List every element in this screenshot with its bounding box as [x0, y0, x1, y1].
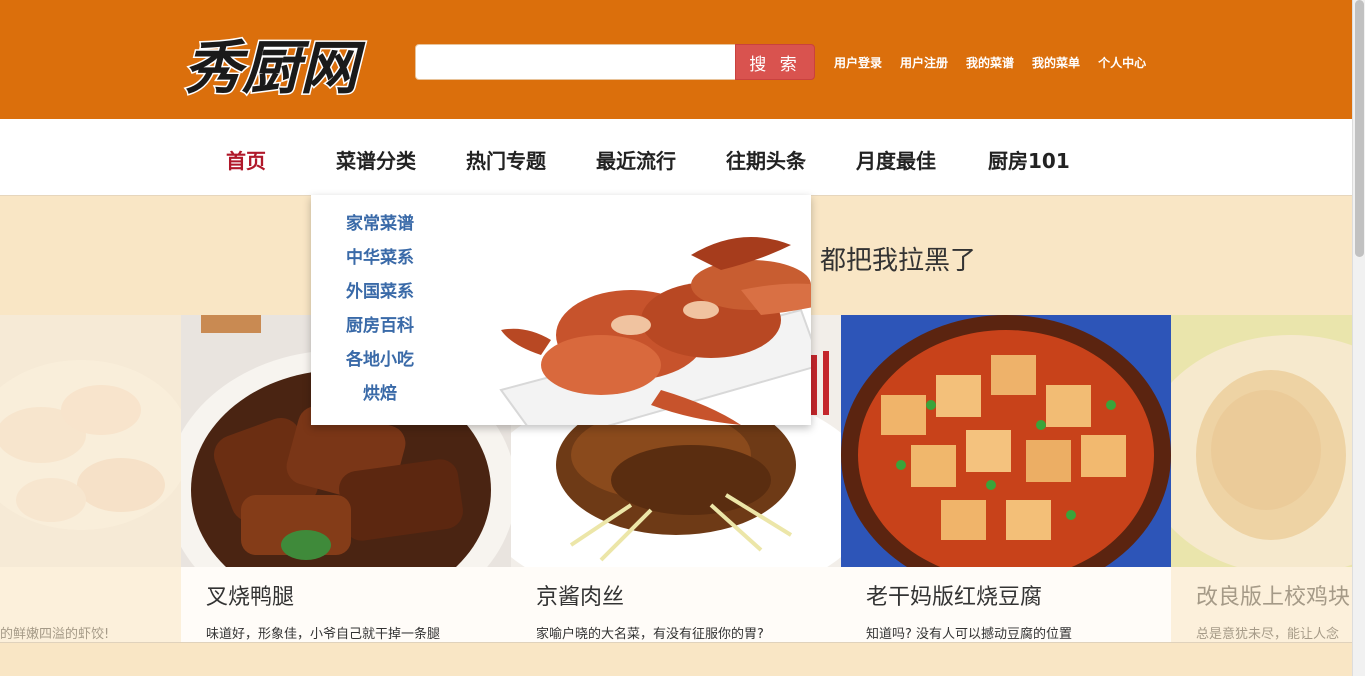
page-scrollbar[interactable]	[1352, 0, 1365, 676]
nav-home[interactable]: 首页	[226, 145, 266, 174]
scrollbar-thumb[interactable]	[1355, 0, 1364, 257]
recipe-card[interactable]: 的鲜嫩四溢的虾饺!	[0, 315, 181, 642]
my-menus-link[interactable]: 我的菜单	[1032, 54, 1080, 71]
user-links: 用户登录 用户注册 我的菜谱 我的菜单 个人中心	[834, 54, 1146, 71]
my-recipes-link[interactable]: 我的菜谱	[966, 54, 1014, 71]
logo-graphic: 秀厨网	[183, 33, 368, 104]
tofu-image	[841, 315, 1171, 567]
recipe-card[interactable]: 改良版上校鸡块 总是意犹未尽，能让人念	[1171, 315, 1352, 642]
card-caption: 老干妈版红烧豆腐 知道吗? 没有人可以撼动豆腐的位置	[841, 567, 1171, 642]
card-description: 知道吗? 没有人可以撼动豆腐的位置	[866, 627, 1073, 642]
nav-recently-popular[interactable]: 最近流行	[596, 145, 676, 174]
card-description: 总是意犹未尽，能让人念	[1196, 627, 1340, 642]
card-title: 改良版上校鸡块	[1196, 585, 1351, 610]
card-caption: 叉烧鸭腿 味道好，形象佳，小爷自己就干掉一条腿	[181, 567, 511, 642]
site-header: 秀厨网 搜 索 用户登录 用户注册 我的菜谱 我的菜单 个人中心	[0, 0, 1352, 119]
login-link[interactable]: 用户登录	[834, 54, 882, 71]
card-title: 老干妈版红烧豆腐	[866, 585, 1043, 610]
search-button[interactable]: 搜 索	[735, 44, 815, 80]
card-caption: 的鲜嫩四溢的虾饺!	[0, 567, 181, 642]
register-link[interactable]: 用户注册	[900, 54, 948, 71]
dropdown-item-chinese-cuisine[interactable]: 中华菜系	[311, 245, 449, 279]
site-logo[interactable]: 秀厨网	[180, 24, 375, 104]
recipe-card[interactable]: 老干妈版红烧豆腐 知道吗? 没有人可以撼动豆腐的位置	[841, 315, 1171, 642]
main-nav: 首页 菜谱分类 热门专题 最近流行 往期头条 月度最佳 厨房101	[0, 119, 1352, 196]
nav-monthly-best[interactable]: 月度最佳	[856, 145, 936, 174]
card-title: 叉烧鸭腿	[206, 585, 295, 610]
shrimp-dumpling-image	[0, 315, 181, 567]
nav-hot-topics[interactable]: 热门专题	[466, 145, 546, 174]
chicken-nuggets-image	[1171, 315, 1352, 567]
card-caption: 改良版上校鸡块 总是意犹未尽，能让人念	[1171, 567, 1352, 642]
crab-dish-image	[499, 237, 811, 425]
card-caption: 京酱肉丝 家喻户晓的大名菜，有没有征服你的胃?	[511, 567, 841, 642]
recipe-category-dropdown: 家常菜谱 中华菜系 外国菜系 厨房百科 各地小吃 烘焙	[311, 195, 811, 425]
card-title: 京酱肉丝	[536, 585, 625, 610]
personal-center-link[interactable]: 个人中心	[1098, 54, 1146, 71]
dropdown-item-kitchen-encyclopedia[interactable]: 厨房百科	[311, 313, 449, 347]
card-description: 的鲜嫩四溢的虾饺!	[0, 627, 110, 642]
nav-past-headlines[interactable]: 往期头条	[726, 145, 806, 174]
card-description: 家喻户晓的大名菜，有没有征服你的胃?	[536, 627, 764, 642]
notice-text: 都把我拉黑了	[820, 246, 977, 276]
footer-strip	[0, 642, 1352, 676]
dropdown-item-foreign-cuisine[interactable]: 外国菜系	[311, 279, 449, 313]
search-input[interactable]	[415, 44, 737, 80]
card-description: 味道好，形象佳，小爷自己就干掉一条腿	[206, 627, 441, 642]
svg-text:秀厨网: 秀厨网	[184, 34, 366, 100]
dropdown-item-baking[interactable]: 烘焙	[311, 381, 449, 415]
dropdown-item-local-snacks[interactable]: 各地小吃	[311, 347, 449, 381]
nav-kitchen-101[interactable]: 厨房101	[988, 145, 1070, 174]
dropdown-list: 家常菜谱 中华菜系 外国菜系 厨房百科 各地小吃 烘焙	[311, 211, 449, 415]
nav-recipe-categories[interactable]: 菜谱分类	[336, 145, 416, 174]
dropdown-item-home-recipes[interactable]: 家常菜谱	[311, 211, 449, 245]
